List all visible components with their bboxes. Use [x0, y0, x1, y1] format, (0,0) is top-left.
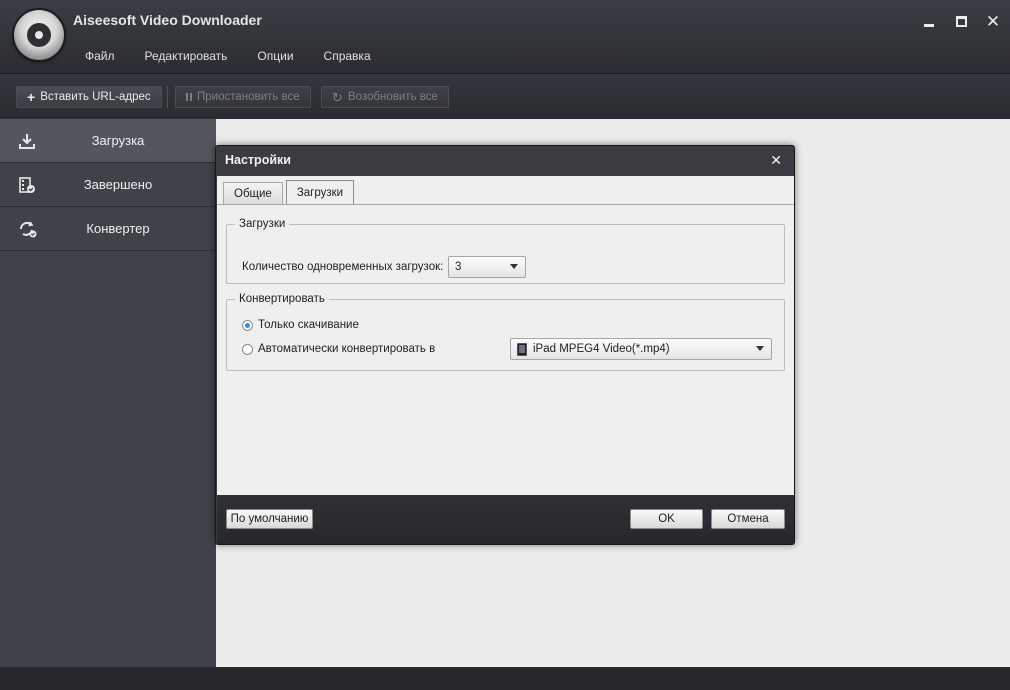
paste-url-label: Вставить URL-адрес	[40, 91, 151, 103]
tab-downloads[interactable]: Загрузки	[285, 180, 355, 204]
sidebar: Загрузка Завершено Конвертер	[0, 119, 216, 667]
close-icon: ✕	[770, 152, 782, 168]
auto-convert-option[interactable]: Автоматически конвертировать в	[242, 343, 435, 355]
refresh-icon: ↻	[332, 89, 343, 105]
menu-options[interactable]: Опции	[242, 49, 308, 63]
sidebar-item-completed[interactable]: Завершено	[0, 163, 216, 207]
film-check-icon	[18, 176, 38, 194]
auto-convert-label: Автоматически конвертировать в	[258, 343, 436, 355]
settings-tabs: Общие Загрузки	[223, 180, 355, 204]
dialog-body: Общие Загрузки Загрузки Количество однов…	[217, 176, 794, 495]
app-title: Aiseesoft Video Downloader	[73, 12, 262, 28]
concurrent-downloads-label: Количество одновременных загрузок:	[242, 261, 444, 273]
toolbar: + Вставить URL-адрес Приостановить все ↻…	[0, 73, 1010, 119]
pause-all-button[interactable]: Приостановить все	[175, 86, 311, 108]
output-format-select[interactable]: iPad MPEG4 Video(*.mp4)	[510, 338, 772, 360]
menu-file[interactable]: Файл	[70, 49, 130, 63]
toolbar-divider	[167, 86, 168, 108]
chevron-down-icon	[756, 346, 764, 351]
menu-bar: Файл Редактировать Опции Справка	[70, 49, 386, 63]
dialog-title: Настройки	[225, 153, 291, 167]
convert-icon	[18, 220, 38, 238]
maximize-icon	[955, 15, 967, 27]
ipad-icon	[517, 342, 527, 356]
window-controls: ✕	[918, 10, 1004, 32]
concurrent-downloads-value: 3	[455, 261, 462, 273]
settings-dialog: Настройки ✕ Общие Загрузки Загрузки Коли…	[215, 145, 795, 545]
sidebar-item-download[interactable]: Загрузка	[0, 119, 216, 163]
downloads-group-legend: Загрузки	[239, 218, 286, 230]
dialog-footer: По умолчанию OK Отмена	[217, 495, 794, 544]
dialog-close-button[interactable]: ✕	[770, 152, 782, 169]
menu-help[interactable]: Справка	[309, 49, 386, 63]
convert-group: Конвертировать Только скачивание Автомат…	[226, 293, 785, 371]
minimize-button[interactable]	[918, 10, 940, 32]
app-logo-icon	[14, 10, 64, 60]
resume-all-button[interactable]: ↻ Возобновить все	[321, 86, 449, 108]
tab-divider	[217, 204, 794, 205]
ok-button[interactable]: OK	[630, 509, 703, 529]
resume-all-label: Возобновить все	[347, 91, 438, 103]
close-icon: ✕	[985, 11, 1001, 31]
output-format-value: iPad MPEG4 Video(*.mp4)	[533, 343, 670, 355]
download-only-radio[interactable]	[242, 319, 253, 331]
downloads-group: Загрузки Количество одновременных загруз…	[226, 218, 785, 284]
convert-group-legend: Конвертировать	[239, 293, 325, 305]
chevron-down-icon	[510, 264, 518, 269]
pause-all-label: Приостановить все	[197, 91, 300, 103]
title-bar: Aiseesoft Video Downloader Файл Редактир…	[0, 0, 1010, 73]
download-only-option[interactable]: Только скачивание	[242, 319, 359, 331]
cancel-button[interactable]: Отмена	[711, 509, 785, 529]
status-bar	[0, 667, 1010, 690]
sidebar-item-converter[interactable]: Конвертер	[0, 207, 216, 251]
maximize-button[interactable]	[950, 10, 972, 32]
pause-icon	[186, 93, 192, 101]
restore-defaults-button[interactable]: По умолчанию	[226, 509, 313, 529]
close-window-button[interactable]: ✕	[982, 10, 1004, 32]
tab-general[interactable]: Общие	[223, 182, 283, 204]
concurrent-downloads-select[interactable]: 3	[448, 256, 526, 278]
download-only-label: Только скачивание	[258, 319, 359, 331]
paste-url-button[interactable]: + Вставить URL-адрес	[16, 86, 162, 108]
plus-icon: +	[27, 89, 36, 105]
download-icon	[18, 132, 38, 150]
minimize-icon	[924, 23, 934, 27]
menu-edit[interactable]: Редактировать	[130, 49, 243, 63]
auto-convert-radio[interactable]	[242, 343, 253, 355]
